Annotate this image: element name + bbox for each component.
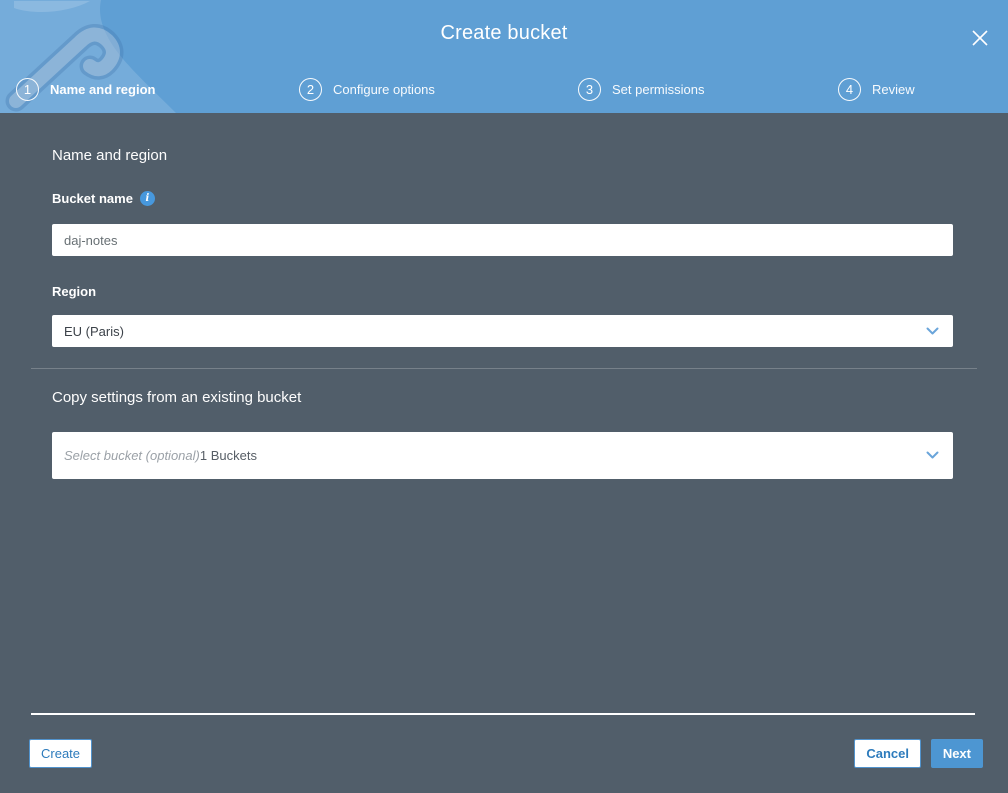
info-icon[interactable]: i: [139, 191, 155, 206]
step-review[interactable]: 4 Review: [838, 66, 915, 113]
bucket-name-label-text: Bucket name: [52, 191, 133, 206]
copy-settings-heading: Copy settings from an existing bucket: [52, 389, 302, 406]
cancel-button[interactable]: Cancel: [854, 739, 921, 768]
chevron-down-icon: [926, 327, 939, 336]
copy-bucket-placeholder: Select bucket (optional): [64, 448, 200, 463]
section-heading-name-and-region: Name and region: [52, 147, 168, 164]
page-title: Create bucket: [440, 22, 568, 44]
step-configure-options[interactable]: 2 Configure options: [299, 66, 435, 113]
step-label: Review: [872, 82, 915, 97]
copy-bucket-count: 1 Buckets: [199, 448, 257, 463]
modal-top-band: Create bucket 1 Name and region 2 Config…: [0, 0, 1008, 113]
copy-bucket-select[interactable]: Select bucket (optional)1 Buckets: [52, 432, 953, 479]
step-label: Name and region: [50, 82, 156, 97]
bucket-name-label: Bucket name i: [52, 191, 155, 206]
chevron-down-icon: [926, 451, 939, 460]
step-number-badge: 3: [578, 78, 601, 101]
copy-bucket-select-text: Select bucket (optional)1 Buckets: [64, 448, 918, 463]
bucket-name-input[interactable]: [52, 224, 953, 256]
step-set-permissions[interactable]: 3 Set permissions: [578, 66, 704, 113]
step-label: Configure options: [333, 82, 435, 97]
section-divider: [31, 368, 977, 369]
footer-divider: [31, 713, 975, 715]
create-button[interactable]: Create: [29, 739, 93, 768]
step-label: Set permissions: [612, 82, 705, 97]
step-number-badge: 4: [838, 78, 861, 101]
step-name-and-region[interactable]: 1 Name and region: [16, 66, 155, 113]
modal-header: Create bucket: [0, 0, 1008, 66]
region-select[interactable]: EU (Paris): [52, 315, 953, 347]
wizard-steps-bar: 1 Name and region 2 Configure options 3 …: [0, 66, 1008, 113]
step-number-badge: 1: [16, 78, 39, 101]
close-icon[interactable]: [968, 26, 992, 50]
step-number-badge: 2: [299, 78, 322, 101]
next-button[interactable]: Next: [930, 739, 983, 768]
region-selected-value: EU (Paris): [64, 323, 124, 339]
region-label: Region: [52, 284, 97, 299]
